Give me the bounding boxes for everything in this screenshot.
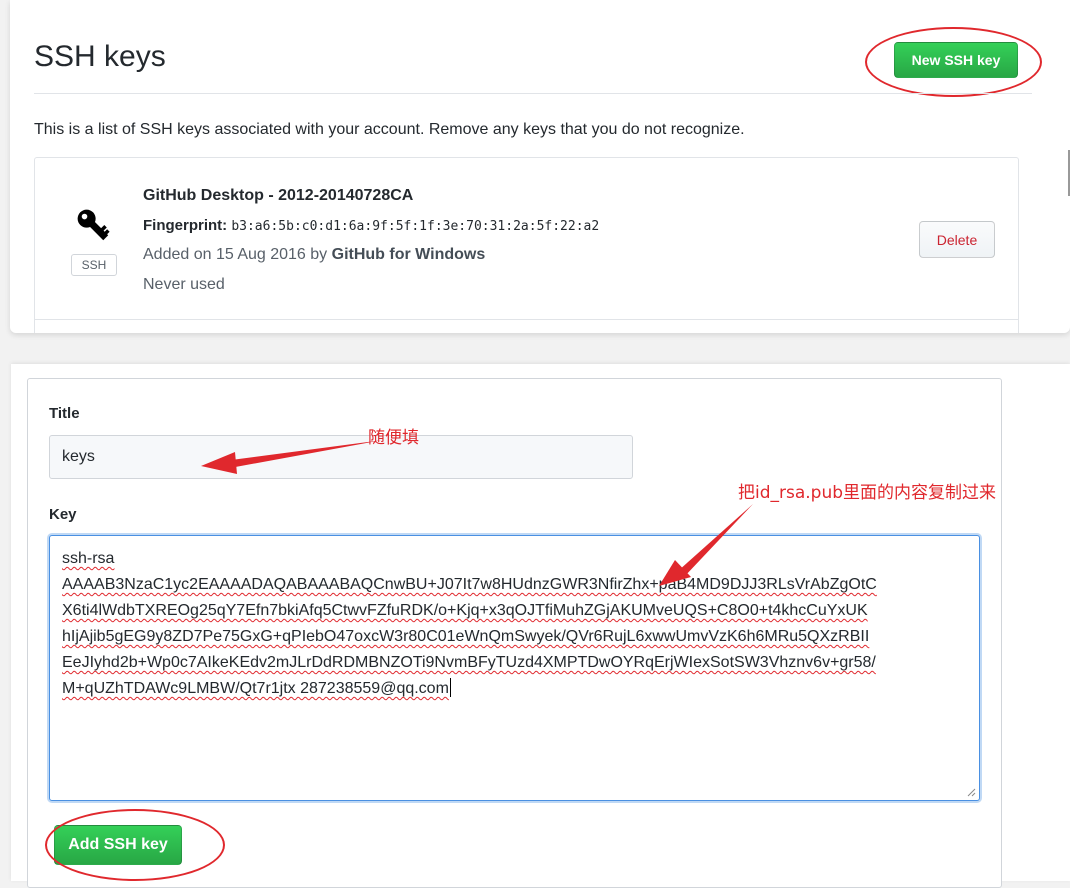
ssh-keys-panel: SSH keys New SSH key This is a list of S… bbox=[10, 0, 1070, 333]
key-type-label: SSH bbox=[71, 254, 117, 276]
fingerprint-row: Fingerprint: b3:a6:5b:c0:d1:6a:9f:5f:1f:… bbox=[143, 217, 599, 234]
add-key-form: Title Key ssh-rsa AAAAB3NzaC1yc2EAAAADAQ… bbox=[27, 378, 1002, 888]
key-text-line: M+qUZhTDAWc9LMBW/Qt7r1jtx 287238559@qq.c… bbox=[62, 680, 449, 697]
key-text-line: hIjAjib5gEG9y8ZD7Pe75GxG+qPIebO47oxcW3r8… bbox=[62, 628, 870, 645]
added-prefix: Added on 15 Aug 2016 by bbox=[143, 246, 328, 263]
key-name: GitHub Desktop - 2012-20140728CA bbox=[143, 187, 414, 204]
divider bbox=[34, 93, 1032, 94]
key-text-line: X6ti4lWdbTXREOg25qY7Efn7bkiAfq5CtwvFZfuR… bbox=[62, 602, 868, 619]
key-text-line: EeJIyhd2b+Wp0c7AIkeKEdv2mJLrDdRDMBNZOTi9… bbox=[62, 654, 876, 671]
resize-grip-icon[interactable] bbox=[967, 788, 976, 797]
divider bbox=[35, 319, 1018, 320]
add-ssh-key-button[interactable]: Add SSH key bbox=[54, 825, 182, 865]
key-label: Key bbox=[49, 506, 77, 523]
ssh-key-list-item: SSH GitHub Desktop - 2012-20140728CA Fin… bbox=[34, 157, 1019, 333]
added-by: GitHub for Windows bbox=[331, 246, 486, 263]
fingerprint-value: b3:a6:5b:c0:d1:6a:9f:5f:1f:3e:70:31:2a:5… bbox=[231, 219, 600, 234]
title-input[interactable] bbox=[49, 435, 633, 479]
key-text-line: AAAAB3NzaC1yc2EAAAADAQABAAABAQCnwBU+J07I… bbox=[62, 576, 877, 593]
page-title: SSH keys bbox=[34, 40, 166, 73]
annotation-title-hint: 随便填 bbox=[368, 428, 419, 448]
intro-text: This is a list of SSH keys associated wi… bbox=[34, 121, 745, 138]
added-info: Added on 15 Aug 2016 by GitHub for Windo… bbox=[143, 246, 485, 264]
key-textarea[interactable]: ssh-rsa AAAAB3NzaC1yc2EAAAADAQABAAABAQCn… bbox=[49, 535, 980, 801]
fingerprint-label: Fingerprint: bbox=[143, 217, 228, 234]
last-used-status: Never used bbox=[143, 276, 225, 293]
annotation-key-hint: 把id_rsa.pub里面的内容复制过来 bbox=[738, 483, 997, 503]
delete-button[interactable]: Delete bbox=[919, 221, 995, 258]
key-icon bbox=[77, 209, 110, 241]
title-label: Title bbox=[49, 405, 80, 422]
new-ssh-key-button[interactable]: New SSH key bbox=[894, 42, 1018, 78]
text-caret bbox=[449, 678, 451, 697]
add-key-panel: Title Key ssh-rsa AAAAB3NzaC1yc2EAAAADAQ… bbox=[11, 364, 1070, 888]
key-text-line: ssh-rsa bbox=[62, 550, 115, 567]
